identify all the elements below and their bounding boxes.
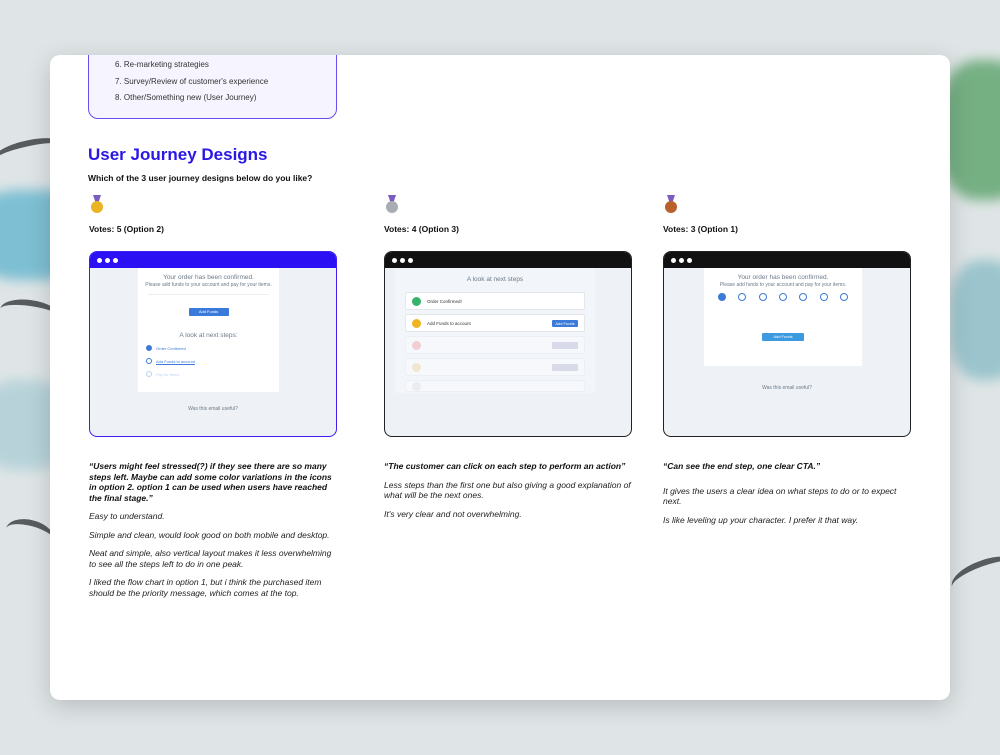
comment-text: It's very clear and not overwhelming.	[384, 508, 522, 519]
silver-medal-icon	[384, 195, 400, 215]
table-of-contents: 6. Re-marketing strategies 7. Survey/Rev…	[88, 55, 337, 119]
mock-progress-stepper	[718, 293, 848, 301]
mock-step-row	[405, 380, 585, 392]
comment-text: Easy to understand.	[89, 511, 165, 521]
option-column-3: Votes: 3 (Option 1) Your order has been …	[663, 195, 913, 525]
votes-label: Votes: 5 (Option 2)	[89, 224, 164, 234]
design-preview-window[interactable]: A look at next steps Order Confirmed! Ad…	[384, 251, 632, 437]
mock-step: Order Confirmed	[146, 345, 279, 351]
background-paint	[950, 260, 1000, 380]
window-titlebar	[664, 252, 910, 268]
mock-add-funds-button: Add Funds	[762, 333, 804, 341]
mock-footer: Was this email useful?	[188, 406, 238, 412]
mock-step-row	[405, 358, 585, 376]
email-mockup: Your order has been confirmed. Please ad…	[138, 268, 279, 392]
content-card: 6. Re-marketing strategies 7. Survey/Rev…	[50, 55, 950, 700]
comment-text: Neat and simple, also vertical layout ma…	[89, 548, 332, 569]
option-column-1: Votes: 5 (Option 2) Your order has been …	[89, 195, 339, 598]
comment-text: Is like leveling up your character. I pr…	[663, 514, 859, 525]
toc-item[interactable]: 7. Survey/Review of customer's experienc…	[115, 74, 336, 91]
mock-subtitle: Please add funds to your account and pay…	[719, 282, 847, 288]
email-mockup: Your order has been confirmed. Please ad…	[704, 268, 862, 366]
option-column-2: Votes: 4 (Option 3) A look at next steps…	[384, 195, 634, 519]
mock-steps-title: A look at next steps:	[179, 332, 238, 339]
toc-item[interactable]: 8. Other/Something new (User Journey)	[115, 90, 336, 107]
section-question: Which of the 3 user journey designs belo…	[88, 173, 313, 183]
mock-title: Your order has been confirmed.	[163, 274, 254, 281]
mock-add-funds-button: Add Funds	[188, 308, 229, 316]
mock-footer: Was this email useful?	[762, 385, 812, 391]
mock-step-row	[405, 336, 585, 354]
comment-text: Simple and clean, would look good on bot…	[89, 529, 330, 540]
comment-text: I liked the flow chart in option 1, but …	[89, 577, 322, 598]
mock-step-row: Order Confirmed!	[405, 292, 585, 310]
comment-text: Less steps than the first one but also g…	[384, 479, 631, 501]
section-title: User Journey Designs	[88, 145, 268, 164]
mock-title: A look at next steps	[466, 276, 524, 283]
mock-item-row	[148, 294, 269, 308]
mock-subtitle: Please add funds to your account and pay…	[145, 282, 272, 288]
toc-item[interactable]: 6. Re-marketing strategies	[115, 57, 336, 74]
gold-medal-icon	[89, 195, 105, 215]
quote-text: “Users might feel stressed(?) if they se…	[89, 461, 332, 503]
quote-text: “Can see the end step, one clear CTA.”	[663, 461, 821, 471]
background-scribble	[946, 548, 1000, 602]
bronze-medal-icon	[663, 195, 679, 215]
mock-step: Add Funds to account	[146, 358, 279, 364]
window-titlebar	[385, 252, 631, 268]
votes-label: Votes: 4 (Option 3)	[384, 224, 459, 234]
mock-step-row: Add Funds to account Add Funds	[405, 314, 585, 332]
window-titlebar	[90, 252, 336, 268]
mock-step: Pay for items	[146, 371, 279, 377]
design-preview-window[interactable]: Your order has been confirmed. Please ad…	[89, 251, 337, 437]
email-mockup: A look at next steps Order Confirmed! Ad…	[395, 268, 595, 393]
mock-title: Your order has been confirmed.	[737, 274, 829, 281]
design-preview-window[interactable]: Your order has been confirmed. Please ad…	[663, 251, 911, 437]
quote-text: “The customer can click on each step to …	[384, 461, 626, 471]
comment-text: It gives the users a clear idea on what …	[663, 485, 897, 507]
mock-item-row	[718, 315, 848, 329]
votes-label: Votes: 3 (Option 1)	[663, 224, 738, 234]
